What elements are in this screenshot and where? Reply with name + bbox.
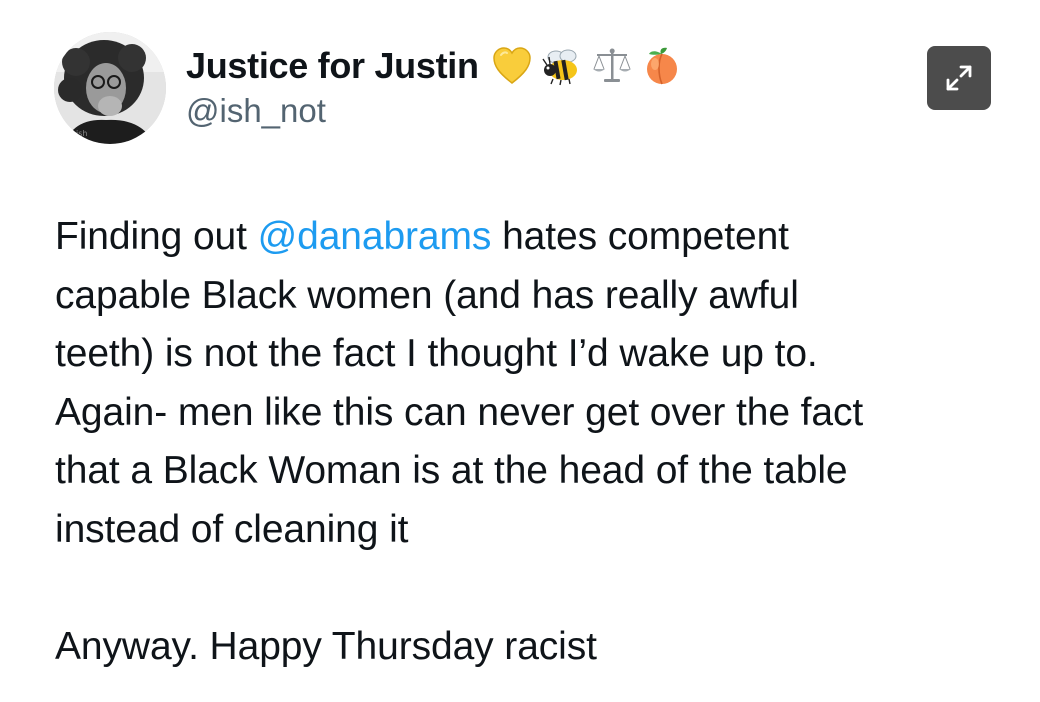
svg-text:ish: ish	[76, 129, 87, 138]
tweet-line: Again- men like this can never get over …	[55, 390, 864, 434]
author-identity: Justice for Justin @ish_not	[186, 40, 683, 130]
tweet-line: Finding out @danabrams hates competent	[55, 208, 1015, 267]
display-name[interactable]: Justice for Justin	[186, 45, 479, 87]
name-row: Justice for Justin	[186, 40, 683, 92]
author-handle[interactable]: @ish_not	[186, 92, 683, 130]
tweet-line: Anyway. Happy Thursday racist	[55, 624, 597, 668]
expand-button[interactable]	[927, 46, 991, 110]
tweet-card: ish Justice for Justin @ish_not Finding …	[0, 0, 1040, 702]
yellow-heart-icon	[491, 45, 533, 87]
tweet-text-segment: hates competent	[491, 215, 789, 258]
tweet-line: teeth) is not the fact I thought I’d wak…	[55, 332, 818, 375]
tweet-text-segment: Finding out	[55, 215, 258, 258]
bee-icon	[541, 45, 583, 87]
peach-icon	[641, 45, 683, 87]
tweet-line: instead of cleaning it	[55, 507, 409, 551]
expand-arrows-icon	[946, 65, 972, 91]
tweet-line: capable Black women (and has really awfu…	[55, 273, 799, 317]
avatar-photo: ish	[54, 32, 166, 144]
avatar[interactable]: ish	[54, 32, 166, 144]
balance-scale-icon	[591, 45, 633, 87]
tweet-line: that a Black Woman is at the head of the…	[55, 449, 848, 492]
tweet-text: Finding out @danabrams hates competent c…	[55, 208, 1015, 676]
mention-link[interactable]: @danabrams	[258, 215, 492, 258]
